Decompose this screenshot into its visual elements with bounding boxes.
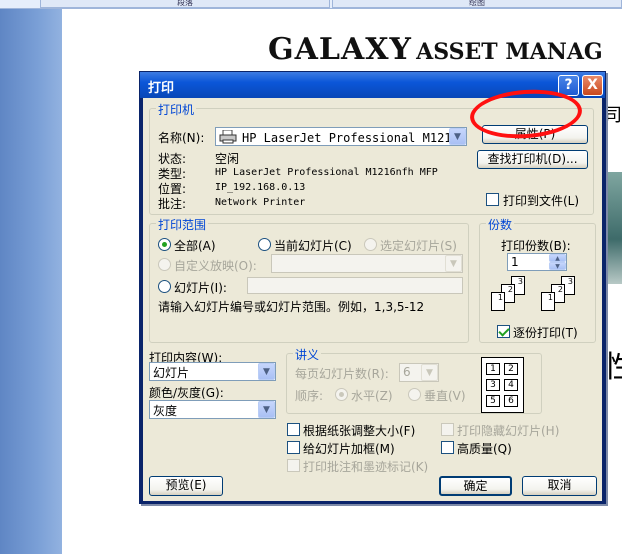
- print-to-file-checkbox[interactable]: [486, 193, 499, 206]
- range-selection-radio[interactable]: [364, 238, 377, 251]
- handout-layout-preview: 1 2 3 4 5 6: [481, 357, 524, 413]
- dialog-title: 打印: [148, 81, 175, 96]
- copies-count-input[interactable]: 1 ▲ ▼: [507, 253, 567, 271]
- copies-group: 份数 打印份数(B): 1 ▲ ▼ 3 2 1 3 2 1 逐份打印(T): [479, 216, 596, 343]
- slide-title-rest: ASSET MANAG: [416, 39, 603, 65]
- slide-title-big: GALAXY: [268, 32, 412, 67]
- copies-group-label: 份数: [486, 216, 515, 233]
- printer-properties-button[interactable]: 属性(P): [482, 125, 588, 144]
- copies-count-value: 1: [511, 255, 519, 269]
- frame-slides-checkbox[interactable]: [287, 441, 300, 454]
- spin-down-icon[interactable]: ▼: [549, 262, 566, 270]
- dialog-body: 打印机 名称(N): HP LaserJet Professional M121…: [143, 98, 602, 501]
- range-all-radio[interactable]: [158, 238, 171, 251]
- print-range-group: 打印范围 全部(A) 当前幻灯片(C) 选定幻灯片(S) 自定义放映(O): ▼…: [149, 216, 469, 343]
- slides-per-page-value: 6: [403, 365, 411, 379]
- slide-image: [604, 172, 622, 284]
- print-hidden-label: 打印隐藏幻灯片(H): [457, 424, 560, 438]
- order-vertical-radio[interactable]: [408, 388, 421, 401]
- high-quality-label: 高质量(Q): [457, 442, 512, 456]
- handout-cell: 4: [504, 379, 518, 391]
- scale-to-fit-checkbox[interactable]: [287, 423, 300, 436]
- slides-per-page-label: 每页幻灯片数(R):: [295, 367, 389, 381]
- comment-value: Network Printer: [215, 197, 306, 208]
- find-printer-button[interactable]: 查找打印机(D)...: [477, 150, 588, 169]
- print-range-label: 打印范围: [156, 216, 209, 233]
- printer-icon: [219, 129, 237, 144]
- collate-checkbox[interactable]: [497, 325, 510, 338]
- order-vertical-label: 垂直(V): [424, 389, 466, 403]
- scale-to-fit-label: 根据纸张调整大小(F): [303, 424, 416, 438]
- handout-cell: 1: [486, 363, 500, 375]
- cancel-button[interactable]: 取消: [522, 476, 597, 496]
- handouts-group: 讲义 每页幻灯片数(R): 6 ▼ 顺序: 水平(Z) 垂直(V) 1 2 3 …: [286, 346, 542, 414]
- range-current-radio[interactable]: [258, 238, 271, 251]
- slide-text-fragment: 性: [604, 350, 622, 385]
- order-horizontal-label: 水平(Z): [351, 389, 393, 403]
- range-selection-label: 选定幻灯片(S): [380, 239, 457, 253]
- status-value: 空闲: [215, 152, 240, 166]
- location-value: IP_192.168.0.13: [215, 182, 306, 193]
- chevron-down-icon[interactable]: ▼: [449, 128, 466, 145]
- handout-cell: 5: [486, 395, 500, 407]
- frame-slides-label: 给幻灯片加框(M): [303, 442, 395, 456]
- printer-group-label: 打印机: [156, 101, 197, 118]
- close-button[interactable]: X: [582, 75, 603, 96]
- handout-cell: 3: [486, 379, 500, 391]
- high-quality-checkbox[interactable]: [441, 441, 454, 454]
- dialog-titlebar[interactable]: 打印 ? X: [140, 72, 605, 98]
- printer-name-select[interactable]: HP LaserJet Professional M1216n... ▼: [215, 127, 467, 146]
- ribbon-strip: 段落 绘图: [0, 0, 622, 9]
- range-current-label: 当前幻灯片(C): [274, 239, 352, 253]
- ribbon-group-drawing[interactable]: 绘图: [332, 0, 622, 8]
- print-comments-checkbox[interactable]: [287, 459, 300, 472]
- slide-text-fragment: 司: [604, 105, 622, 126]
- chevron-down-icon[interactable]: ▼: [421, 364, 438, 381]
- type-value: HP LaserJet Professional M1216nfh MFP: [215, 167, 438, 178]
- handout-cell: 6: [504, 395, 518, 407]
- chevron-down-icon[interactable]: ▼: [445, 255, 462, 272]
- chevron-down-icon[interactable]: ▼: [258, 401, 275, 418]
- print-what-value: 幻灯片: [153, 366, 190, 380]
- handouts-group-label: 讲义: [293, 346, 322, 363]
- range-slides-radio[interactable]: [158, 280, 171, 293]
- ribbon-group-paragraph[interactable]: 段落: [40, 0, 330, 8]
- printer-name-value: HP LaserJet Professional M1216n...: [242, 131, 467, 145]
- spin-up-icon[interactable]: ▲: [549, 254, 566, 262]
- collate-label: 逐份打印(T): [513, 326, 578, 340]
- slides-per-page-select[interactable]: 6 ▼: [399, 363, 439, 382]
- chevron-down-icon[interactable]: ▼: [258, 363, 275, 380]
- print-comments-label: 打印批注和墨迹标记(K): [303, 460, 429, 474]
- print-what-select[interactable]: 幻灯片 ▼: [149, 362, 276, 381]
- ok-button[interactable]: 确定: [439, 476, 512, 496]
- printer-group: 打印机 名称(N): HP LaserJet Professional M121…: [149, 101, 594, 215]
- slides-range-input[interactable]: [247, 277, 463, 294]
- range-slides-label: 幻灯片(I):: [174, 281, 227, 295]
- color-label: 颜色/灰度(G):: [149, 386, 224, 400]
- comment-label: 批注:: [158, 197, 187, 211]
- range-custom-show-label: 自定义放映(O):: [174, 259, 257, 273]
- printer-name-label: 名称(N):: [158, 131, 205, 145]
- range-all-label: 全部(A): [174, 239, 216, 253]
- collate-pages-icon: 3 2 1 3 2 1: [490, 276, 590, 321]
- color-value: 灰度: [153, 404, 178, 418]
- print-hidden-checkbox[interactable]: [441, 423, 454, 436]
- range-hint: 请输入幻灯片编号或幻灯片范围。例如，1,3,5-12: [158, 300, 425, 314]
- order-horizontal-radio[interactable]: [335, 388, 348, 401]
- range-custom-show-radio[interactable]: [158, 258, 171, 271]
- slide-title: GALAXY ASSET MANAG: [268, 32, 603, 67]
- preview-button[interactable]: 预览(E): [149, 476, 223, 496]
- custom-show-select[interactable]: ▼: [271, 254, 463, 273]
- print-to-file-label: 打印到文件(L): [503, 194, 580, 208]
- slides-pane: [0, 0, 62, 554]
- color-select[interactable]: 灰度 ▼: [149, 400, 276, 419]
- copies-count-label: 打印份数(B):: [501, 239, 571, 253]
- help-button[interactable]: ?: [558, 75, 579, 96]
- print-dialog: 打印 ? X 打印机 名称(N): HP LaserJet Profession…: [139, 71, 606, 504]
- handout-cell: 2: [504, 363, 518, 375]
- order-label: 顺序:: [295, 389, 324, 403]
